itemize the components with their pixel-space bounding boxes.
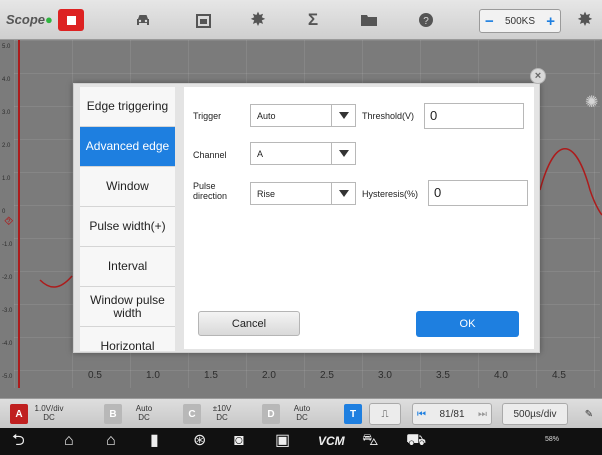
trigger-badge[interactable]: T xyxy=(344,404,362,424)
sample-rate-value: 500KS xyxy=(504,15,536,27)
channel-b-settings[interactable]: Auto DC xyxy=(130,404,158,422)
page-indicator: 81/81 xyxy=(439,408,465,420)
channel-value: A xyxy=(257,148,264,159)
vehicle-nav-icon[interactable]: ⛍ xyxy=(362,431,379,451)
battery-status: 58% xyxy=(545,436,560,443)
record-button[interactable] xyxy=(187,6,219,34)
timebase-button[interactable]: 500µs/div xyxy=(502,403,568,425)
channel-a-badge[interactable]: A xyxy=(10,404,28,424)
pulse-direction-value: Rise xyxy=(257,188,276,199)
channel-select[interactable]: A xyxy=(250,142,356,165)
back-icon[interactable]: ⮌ xyxy=(12,431,25,451)
gear-button[interactable]: ✸ xyxy=(242,6,274,34)
app-logo: Scope● xyxy=(6,12,53,27)
channel-label: Channel xyxy=(193,150,227,160)
gear-icon: ✸ xyxy=(250,10,266,29)
top-toolbar: Scope● ✸ Σ ? − 500KS + ✸ xyxy=(0,0,602,40)
folder-icon xyxy=(361,15,377,26)
channel-c-settings[interactable]: ±10V DC xyxy=(208,404,236,422)
user-vehicle-icon[interactable]: ⛟ xyxy=(406,431,426,451)
vehicle-button[interactable] xyxy=(127,6,159,34)
home-icon[interactable]: ⌂ xyxy=(64,431,74,451)
tab-pulse-width[interactable]: Pulse width(+) xyxy=(80,207,175,247)
decrease-rate-button[interactable]: − xyxy=(485,13,494,30)
prev-page-icon[interactable]: ⏮ xyxy=(417,409,426,420)
trigger-label: Trigger xyxy=(193,111,222,121)
next-page-icon[interactable]: ⏭ xyxy=(478,409,487,420)
browser-icon[interactable]: ⊛ xyxy=(193,431,206,451)
tab-horizontal[interactable]: Horizontal xyxy=(80,327,175,352)
car-icon xyxy=(137,15,149,25)
trigger-type-list: Edge triggering Advanced edge Window Pul… xyxy=(80,87,175,351)
tab-interval[interactable]: Interval xyxy=(80,247,175,287)
pulse-direction-select[interactable]: Rise xyxy=(250,182,356,205)
dropdown-arrow-icon xyxy=(331,105,355,126)
vcm-icon[interactable]: VCM xyxy=(318,431,345,451)
calendar-icon xyxy=(195,13,211,28)
stop-button[interactable] xyxy=(58,9,84,31)
edit-button[interactable]: ✎ xyxy=(578,403,600,425)
close-dialog-button[interactable]: × xyxy=(530,68,546,84)
files-button[interactable] xyxy=(353,6,385,34)
cancel-button[interactable]: Cancel xyxy=(198,311,300,336)
channel-b-badge[interactable]: B xyxy=(104,404,122,424)
garage-icon[interactable]: ⌂ xyxy=(106,431,116,451)
tab-advanced-edge[interactable]: Advanced edge xyxy=(80,127,175,167)
sigma-icon: Σ xyxy=(307,10,319,29)
camera-icon[interactable]: ◙ xyxy=(234,431,244,451)
tab-window-pulse-width[interactable]: Window pulse width xyxy=(80,287,175,327)
system-nav-bar: ⮌ ⌂ ⌂ ▮ ⊛ ◙ ▣ VCM ⛍ ⛟ 58% xyxy=(0,428,602,455)
threshold-label: Threshold(V) xyxy=(362,111,415,121)
channel-bar: A 1.0V/div DC B Auto DC C ±10V DC D Auto DC … xyxy=(0,398,602,428)
rising-edge-icon: ⎍ xyxy=(381,408,389,420)
trigger-select[interactable]: Auto xyxy=(250,104,356,127)
help-button[interactable]: ? xyxy=(410,6,442,34)
hysteresis-label: Hysteresis(%) xyxy=(362,189,419,199)
svg-text:?: ? xyxy=(423,16,429,27)
increase-rate-button[interactable]: + xyxy=(546,13,555,30)
pencil-icon: ✎ xyxy=(584,408,594,420)
pulse-direction-label: Pulse direction xyxy=(193,181,228,201)
hysteresis-input[interactable]: 0 xyxy=(428,180,528,206)
help-icon: ? xyxy=(419,13,433,27)
tab-window[interactable]: Window xyxy=(80,167,175,207)
sample-rate-control: − 500KS + xyxy=(479,9,561,33)
channel-d-badge[interactable]: D xyxy=(262,404,280,424)
channel-c-badge[interactable]: C xyxy=(183,404,201,424)
math-button[interactable]: Σ xyxy=(297,6,329,34)
ok-button[interactable]: OK xyxy=(416,311,519,337)
settings-icon: ✸ xyxy=(577,10,593,29)
screenshot-icon[interactable]: ▣ xyxy=(275,431,290,451)
channel-a-settings[interactable]: 1.0V/div DC xyxy=(32,404,66,422)
trigger-edge-button[interactable]: ⎍ xyxy=(369,403,401,425)
stop-icon xyxy=(66,15,76,25)
page-navigator: ⏮ 81/81 ⏭ xyxy=(412,403,492,425)
dropdown-arrow-icon xyxy=(331,143,355,164)
recent-apps-icon[interactable]: ▮ xyxy=(150,431,159,451)
trigger-value: Auto xyxy=(257,110,276,121)
tab-edge-triggering[interactable]: Edge triggering xyxy=(80,87,175,127)
channel-d-settings[interactable]: Auto DC xyxy=(288,404,316,422)
threshold-input[interactable]: 0 xyxy=(424,103,524,129)
dropdown-arrow-icon xyxy=(331,183,355,204)
settings-button[interactable]: ✸ xyxy=(569,6,601,34)
